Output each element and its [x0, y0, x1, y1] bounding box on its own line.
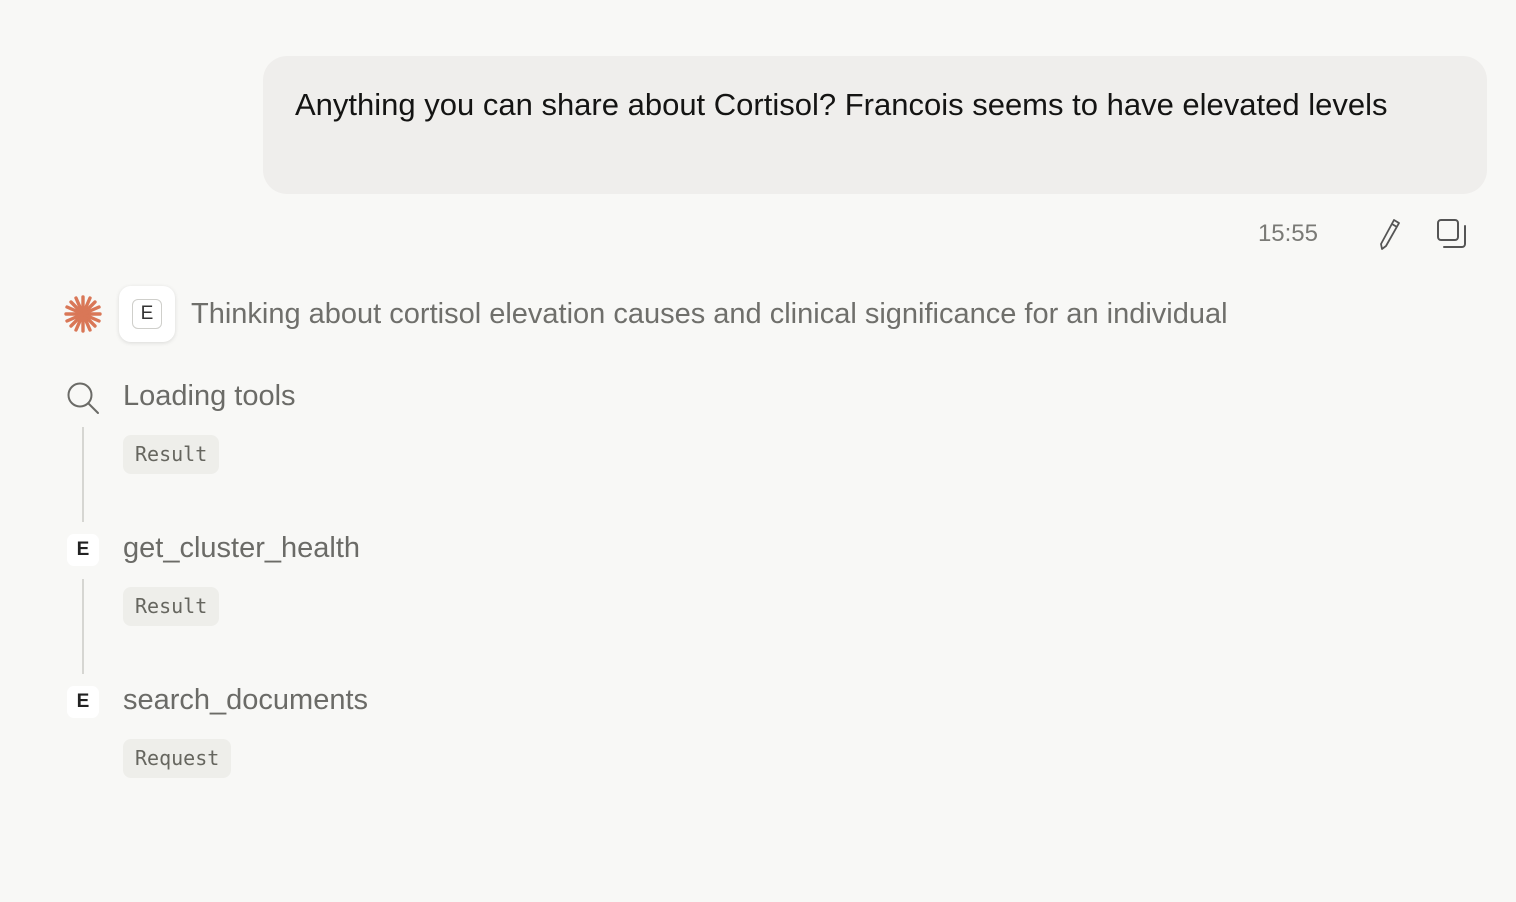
- e-letter-badge: E: [67, 534, 99, 566]
- request-chip[interactable]: Request: [123, 739, 232, 778]
- copy-icon: [1437, 219, 1466, 248]
- step-connector: [82, 427, 84, 522]
- user-message-bubble: Anything you can share about Cortisol? F…: [263, 56, 1487, 194]
- e-badge-icon: E: [66, 533, 100, 567]
- e-tool-icon: E: [119, 286, 175, 342]
- e-letter-badge: E: [132, 299, 162, 329]
- message-meta-row: 15:55: [1258, 214, 1472, 254]
- step-connector: [82, 579, 84, 674]
- pencil-icon: [1380, 219, 1400, 250]
- user-message-text: Anything you can share about Cortisol? F…: [295, 87, 1388, 122]
- step-title-search-documents[interactable]: search_documents: [123, 684, 368, 717]
- thinking-row[interactable]: E Thinking about cortisol elevation caus…: [62, 286, 1228, 342]
- edit-message-button[interactable]: [1370, 214, 1410, 254]
- thinking-text: Thinking about cortisol elevation causes…: [191, 297, 1228, 330]
- e-letter-badge: E: [67, 686, 99, 718]
- spark-icon: [64, 295, 102, 333]
- result-chip[interactable]: Result: [123, 435, 220, 474]
- copy-message-button[interactable]: [1432, 214, 1472, 254]
- result-chip[interactable]: Result: [123, 587, 220, 626]
- step-title-loading-tools[interactable]: Loading tools: [123, 380, 296, 413]
- search-icon: [66, 381, 100, 415]
- e-badge-icon: E: [66, 685, 100, 719]
- chat-page: Anything you can share about Cortisol? F…: [0, 0, 1516, 902]
- step-title-get-cluster-health[interactable]: get_cluster_health: [123, 532, 360, 565]
- message-timestamp: 15:55: [1257, 220, 1318, 247]
